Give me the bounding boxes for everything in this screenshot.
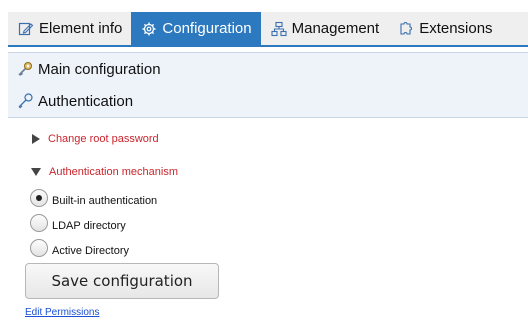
tab-label: Extensions <box>419 20 493 37</box>
tab-element-info[interactable]: Element info <box>8 12 131 45</box>
edit-document-icon <box>18 21 34 37</box>
tab-label: Element info <box>39 20 123 37</box>
tab-management[interactable]: Management <box>261 12 389 45</box>
radio-selected-dot <box>36 195 42 201</box>
radio-builtin[interactable] <box>30 189 48 207</box>
edit-permissions-link[interactable]: Edit Permissions <box>25 307 99 318</box>
option-label: Active Directory <box>52 245 130 257</box>
radio-active-directory[interactable] <box>30 239 48 257</box>
tab-label: Management <box>291 20 380 37</box>
option-active-directory[interactable]: Active Directory <box>30 239 129 257</box>
radio-ldap[interactable] <box>30 214 48 232</box>
tab-configuration[interactable]: Configuration <box>131 12 261 45</box>
sitemap-icon <box>271 21 287 37</box>
authentication-panel[interactable]: Authentication <box>8 85 528 118</box>
option-label: LDAP directory <box>52 220 126 232</box>
authentication-mechanism-toggle[interactable]: Authentication mechanism <box>31 166 178 178</box>
key-ring-icon <box>16 60 34 78</box>
section-label: Change root password <box>48 133 159 145</box>
option-label: Built-in authentication <box>52 195 158 207</box>
main-configuration-panel[interactable]: Main configuration <box>8 52 528 86</box>
save-configuration-button[interactable]: Save configuration <box>25 263 219 299</box>
section-label: Authentication mechanism <box>49 166 179 178</box>
panel-label: Authentication <box>38 92 134 110</box>
collapsed-arrow-icon <box>32 134 40 144</box>
panel-label: Main configuration <box>38 60 161 78</box>
expanded-arrow-icon <box>31 168 41 176</box>
tab-bar: Element info Configuration Management Ex… <box>8 12 528 47</box>
key-icon <box>16 92 34 110</box>
tab-label: Configuration <box>162 20 252 37</box>
puzzle-icon <box>398 21 414 37</box>
option-ldap[interactable]: LDAP directory <box>30 214 126 232</box>
option-builtin[interactable]: Built-in authentication <box>30 189 157 207</box>
gear-icon <box>141 21 157 37</box>
tab-extensions[interactable]: Extensions <box>388 12 501 45</box>
change-root-password-toggle[interactable]: Change root password <box>32 133 159 145</box>
